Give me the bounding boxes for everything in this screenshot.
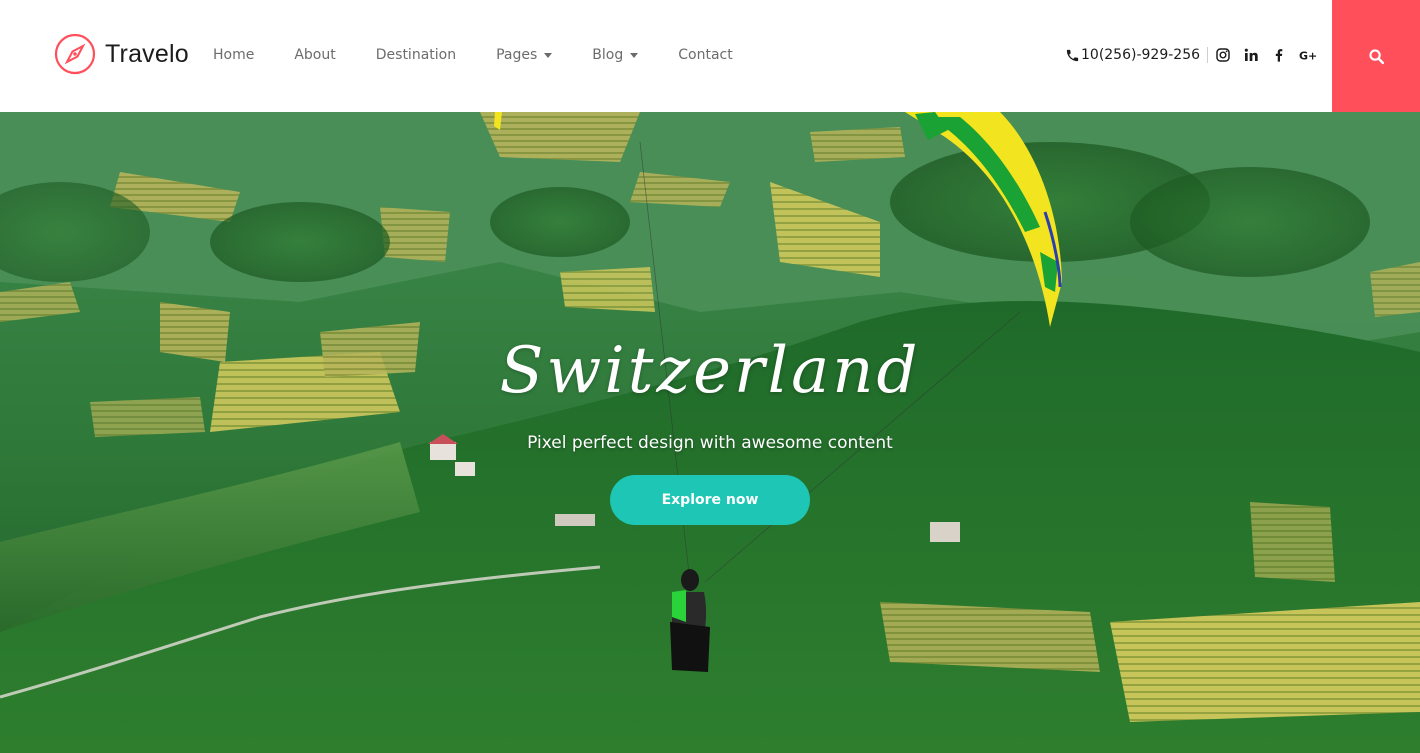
nav-item-contact[interactable]: Contact	[678, 47, 732, 63]
hero-title: Switzerland	[499, 334, 921, 408]
brand-name: Travelo	[105, 39, 189, 68]
nav-item-pages[interactable]: Pages	[496, 47, 553, 63]
nav-item-destination[interactable]: Destination	[376, 47, 456, 63]
nav-item-label: Pages	[496, 47, 538, 63]
phone-number: 10(256)-929-256	[1081, 47, 1201, 63]
instagram-icon	[1216, 48, 1230, 62]
divider	[1207, 47, 1209, 63]
nav-item-label: Blog	[592, 47, 624, 63]
hero-banner: Switzerland Pixel perfect design with aw…	[0, 112, 1420, 753]
nav-item-label: Contact	[678, 47, 733, 63]
google-plus-link[interactable]: G+	[1298, 46, 1322, 64]
caret-down-icon	[630, 53, 639, 58]
search-button[interactable]	[1332, 0, 1420, 112]
hero-subtitle: Pixel perfect design with awesome conten…	[527, 433, 893, 453]
header-contact-bar: 10(256)-929-256 G+	[1065, 44, 1322, 66]
phone-icon	[1066, 49, 1079, 61]
nav-item-label: About	[294, 47, 336, 63]
instagram-link[interactable]	[1214, 46, 1232, 64]
google-plus-icon: G+	[1299, 49, 1317, 62]
nav-item-label: Destination	[375, 47, 457, 63]
brand-logo-link[interactable]: Travelo	[54, 33, 189, 75]
compass-icon	[54, 33, 96, 75]
nav-item-blog[interactable]: Blog	[592, 47, 639, 63]
nav-item-label: Home	[213, 47, 255, 63]
nav-item-about[interactable]: About	[294, 47, 335, 63]
explore-now-button[interactable]: Explore now	[610, 475, 810, 525]
caret-down-icon	[544, 53, 553, 58]
site-header: Travelo Home About Destination Pages Blo…	[0, 0, 1420, 112]
linkedin-link[interactable]	[1242, 46, 1260, 64]
linkedin-icon	[1244, 48, 1258, 61]
main-nav: Home About Destination Pages Blog Contac…	[213, 44, 733, 66]
svg-text:G+: G+	[1299, 49, 1317, 62]
facebook-icon	[1275, 49, 1283, 62]
facebook-link[interactable]	[1270, 46, 1288, 64]
nav-item-home[interactable]: Home	[213, 47, 254, 63]
search-icon	[1368, 48, 1384, 64]
phone-link[interactable]: 10(256)-929-256	[1065, 47, 1200, 63]
